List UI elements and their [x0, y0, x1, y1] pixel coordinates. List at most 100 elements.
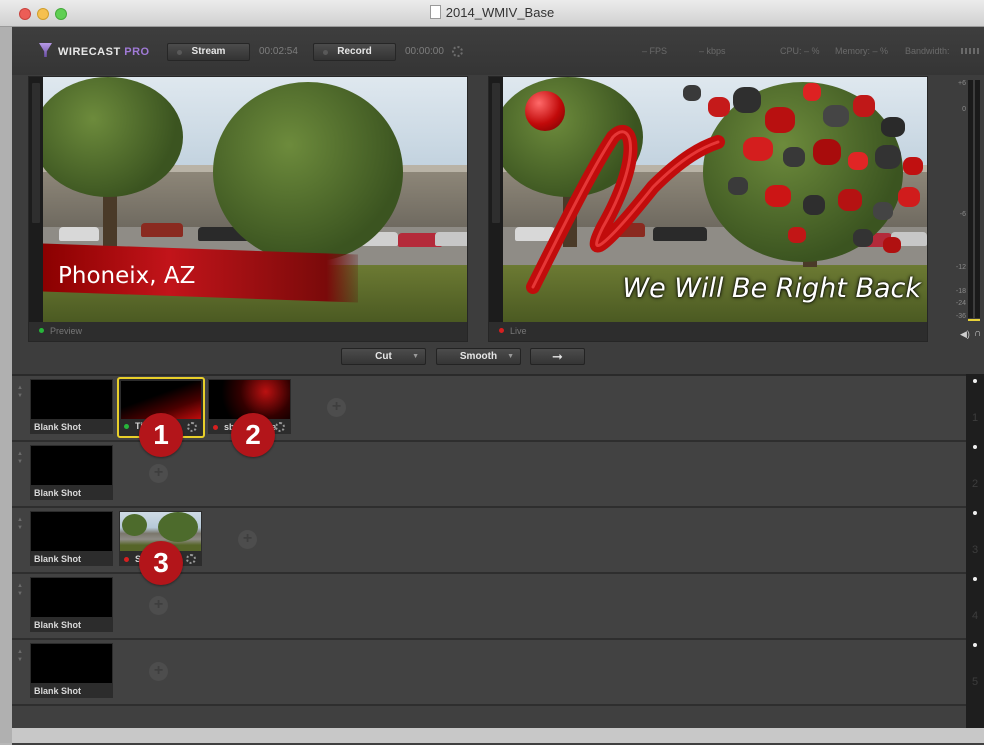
preview-overlay-text: Phoneix, AZ: [58, 263, 196, 289]
meter-label: 0: [962, 106, 966, 113]
layer-visibility-toggle[interactable]: 3: [966, 506, 984, 572]
layer-visibility-toggle[interactable]: 1: [966, 374, 984, 440]
gem: [853, 229, 873, 247]
preview-video[interactable]: Phoneix, AZ: [43, 77, 467, 322]
record-label: Record: [337, 46, 372, 57]
left-gutter: [0, 27, 12, 743]
layer-visibility-toggle[interactable]: 4: [966, 572, 984, 638]
gem: [783, 147, 805, 167]
shot-blank[interactable]: Blank Shot: [30, 511, 113, 566]
shot-name: Blank Shot: [34, 686, 82, 696]
shot-status-dot: [213, 425, 218, 430]
window-titlebar: 2014_WMIV_Base: [0, 0, 984, 27]
shot-settings-gear-icon[interactable]: [187, 422, 197, 432]
visible-dot-icon: [973, 511, 977, 515]
record-button[interactable]: Record: [313, 43, 396, 61]
logo-pro-text: PRO: [124, 46, 150, 58]
preview-side-strip: [29, 77, 43, 322]
toolbar: WIRECAST PRO Stream 00:02:54 Record 00:0…: [12, 27, 984, 75]
visible-dot-icon: [973, 445, 977, 449]
live-video[interactable]: We Will Be Right Back: [503, 77, 927, 322]
shot-blank[interactable]: Blank Shot: [30, 445, 113, 500]
bottom-status-bar: [12, 728, 984, 743]
layer-number: 5: [972, 676, 979, 688]
live-panel: We Will Be Right Back Live: [488, 76, 928, 342]
gem: [898, 187, 920, 207]
go-transition-button[interactable]: ➞: [530, 348, 585, 365]
add-shot-button[interactable]: +: [327, 398, 346, 417]
shot-settings-gear-icon[interactable]: [186, 554, 196, 564]
stream-label: Stream: [191, 46, 226, 57]
gem: [838, 189, 862, 211]
add-shot-button[interactable]: +: [238, 530, 257, 549]
shot-blank[interactable]: Blank Shot: [30, 643, 113, 698]
document-icon: [429, 5, 441, 19]
layer-visibility-toggle[interactable]: 5: [966, 638, 984, 704]
smooth-transition-dropdown[interactable]: Smooth ▼: [436, 348, 521, 365]
meter-label: -36: [955, 313, 966, 320]
gem: [788, 227, 806, 243]
shot-blank[interactable]: Blank Shot: [30, 379, 113, 434]
cut-caret-icon: ▼: [412, 353, 419, 360]
layer-number: 1: [972, 412, 979, 424]
preview-panel: Phoneix, AZ Preview: [28, 76, 468, 342]
headphones-icon[interactable]: ∩: [974, 328, 981, 339]
broadcast-settings-gear-icon[interactable]: [452, 46, 463, 57]
layer-number: 3: [972, 544, 979, 556]
visible-dot-icon: [973, 577, 977, 581]
thumb-tree: [122, 514, 147, 536]
wirecast-logo: WIRECAST PRO: [39, 43, 150, 58]
meter-label: -12: [955, 264, 966, 271]
live-side-strip: [489, 77, 503, 322]
window-title: 2014_WMIV_Base: [445, 5, 555, 20]
cut-transition-dropdown[interactable]: Cut ▼: [341, 348, 426, 365]
visible-dot-icon: [973, 643, 977, 647]
gem: [881, 117, 905, 137]
shot-name: Blank Shot: [34, 422, 82, 432]
shot-blank[interactable]: Blank Shot: [30, 577, 113, 632]
speaker-icon[interactable]: ◀): [960, 329, 970, 340]
meter-bar-right: [975, 80, 980, 318]
preview-car: [59, 227, 99, 241]
add-shot-button[interactable]: +: [149, 662, 168, 681]
layer-reorder-arrows-icon[interactable]: ▲ ▼: [17, 450, 25, 466]
shot-status-dot: [124, 424, 129, 429]
shot-thumbnail: [31, 578, 112, 617]
live-label: Live: [510, 326, 527, 336]
preview-caption: Preview: [39, 326, 82, 336]
preview-car: [435, 232, 467, 246]
layer-reorder-arrows-icon[interactable]: ▲ ▼: [17, 648, 25, 664]
layer-reorder-arrows-icon[interactable]: ▲ ▼: [17, 516, 25, 532]
gem: [873, 202, 893, 220]
layer-reorder-arrows-icon[interactable]: ▲ ▼: [17, 384, 25, 400]
annotation-badge: 3: [139, 541, 183, 585]
stream-time: 00:02:54: [259, 46, 298, 57]
gem: [875, 145, 901, 169]
visible-dot-icon: [973, 379, 977, 383]
meter-label: -24: [955, 300, 966, 307]
annotation-badge: 1: [139, 413, 183, 457]
preview-indicator-dot: [39, 328, 44, 333]
audio-meter: +6 0 -6 -12 -18 -24 -36 ◀) ∩: [952, 76, 984, 342]
layer-row-5: ▲ ▼ Blank Shot +: [12, 640, 966, 706]
add-shot-button[interactable]: +: [149, 464, 168, 483]
live-caption: Live: [499, 326, 527, 336]
gem: [708, 97, 730, 117]
stream-button[interactable]: Stream: [167, 43, 250, 61]
kbps-readout: – kbps: [699, 46, 726, 56]
meter-label: -18: [955, 288, 966, 295]
meter-label: -6: [959, 211, 966, 218]
shot-thumbnail: [31, 512, 112, 551]
gem: [803, 195, 825, 215]
gem: [728, 177, 748, 195]
gem: [803, 83, 821, 101]
live-indicator-dot: [499, 328, 504, 333]
shot-settings-gear-icon[interactable]: [275, 422, 285, 432]
fps-readout: – FPS: [642, 46, 668, 56]
wirecast-main: WIRECAST PRO Stream 00:02:54 Record 00:0…: [12, 27, 984, 745]
add-shot-button[interactable]: +: [149, 596, 168, 615]
window-title-container: 2014_WMIV_Base: [0, 5, 984, 20]
layer-reorder-arrows-icon[interactable]: ▲ ▼: [17, 582, 25, 598]
gem: [743, 137, 773, 161]
layer-visibility-toggle[interactable]: 2: [966, 440, 984, 506]
